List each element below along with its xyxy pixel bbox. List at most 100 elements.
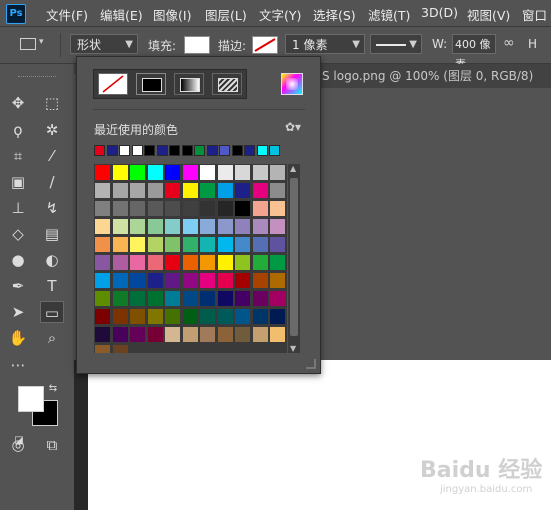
color-swatch[interactable] <box>234 218 251 235</box>
eyedropper-icon[interactable]: ⁄ <box>40 145 64 167</box>
color-swatch[interactable] <box>94 218 111 235</box>
color-swatch[interactable] <box>269 164 286 181</box>
photoshop-logo[interactable]: Ps <box>6 4 26 24</box>
color-swatch[interactable] <box>269 236 286 253</box>
color-swatch[interactable] <box>181 182 199 199</box>
pattern-button[interactable] <box>212 73 242 95</box>
color-swatch[interactable] <box>269 200 286 217</box>
color-swatch[interactable] <box>199 308 216 325</box>
color-picker-button[interactable] <box>281 73 303 95</box>
color-swatch[interactable] <box>94 326 111 343</box>
color-swatch[interactable] <box>94 200 111 217</box>
color-swatch[interactable] <box>94 290 111 307</box>
width-input[interactable]: 400 像素 <box>452 34 496 71</box>
scroll-thumb[interactable] <box>290 178 298 336</box>
color-swatch[interactable] <box>94 308 111 325</box>
color-swatch[interactable] <box>234 254 251 271</box>
color-swatch[interactable] <box>94 182 111 199</box>
recent-swatch[interactable] <box>219 145 230 156</box>
color-swatch[interactable] <box>199 326 216 343</box>
scroll-up-icon[interactable]: ▲ <box>290 164 296 173</box>
color-swatch[interactable] <box>94 164 111 181</box>
color-swatch[interactable] <box>216 236 234 253</box>
color-swatch[interactable] <box>269 308 286 325</box>
healing-brush-icon[interactable]: ▣ <box>6 171 30 193</box>
color-swatch[interactable] <box>146 182 164 199</box>
color-swatch[interactable] <box>181 290 199 307</box>
color-swatch[interactable] <box>199 164 216 181</box>
color-swatch[interactable] <box>164 200 181 217</box>
color-swatch[interactable] <box>146 272 164 289</box>
color-swatch[interactable] <box>94 254 111 271</box>
color-swatch[interactable] <box>199 236 216 253</box>
eraser-tool-icon[interactable]: ◇ <box>6 223 30 245</box>
color-swatch[interactable] <box>251 326 269 343</box>
document-tab[interactable]: S logo.png @ 100% (图层 0, RGB/8) <box>318 64 551 88</box>
color-swatch[interactable] <box>129 218 146 235</box>
color-swatch[interactable] <box>146 218 164 235</box>
color-swatch[interactable] <box>129 326 146 343</box>
recent-swatch[interactable] <box>131 145 143 156</box>
color-swatch[interactable] <box>251 218 269 235</box>
color-swatch[interactable] <box>94 344 111 353</box>
brush-tool-icon[interactable]: ∕ <box>40 171 64 193</box>
color-swatch[interactable] <box>164 272 181 289</box>
crop-tool-icon[interactable]: ⌗ <box>6 145 30 167</box>
color-swatch[interactable] <box>146 290 164 307</box>
color-swatch[interactable] <box>181 254 199 271</box>
color-swatch[interactable] <box>251 164 269 181</box>
color-swatch[interactable] <box>164 164 181 181</box>
color-swatch[interactable] <box>216 200 234 217</box>
recent-swatch[interactable] <box>269 145 280 156</box>
zoom-tool-icon[interactable]: ⌕ <box>40 327 64 349</box>
color-swatch[interactable] <box>164 326 181 343</box>
blur-tool-icon[interactable]: ● <box>6 249 30 271</box>
shape-mode-dropdown[interactable]: 形状 ▼ <box>70 34 138 54</box>
color-swatch[interactable] <box>111 200 129 217</box>
rectangle-tool-icon[interactable]: ▭ <box>40 301 64 323</box>
color-swatch[interactable] <box>129 290 146 307</box>
color-swatch[interactable] <box>129 308 146 325</box>
stroke-type-dropdown[interactable]: ▼ <box>370 34 422 54</box>
gradient-button[interactable] <box>174 73 204 95</box>
no-fill-button[interactable] <box>98 73 128 95</box>
color-swatch[interactable] <box>199 218 216 235</box>
recent-swatch[interactable] <box>144 145 155 156</box>
color-swatch[interactable] <box>94 272 111 289</box>
stroke-color-swatch[interactable] <box>252 36 278 54</box>
solid-color-button[interactable] <box>136 73 166 95</box>
recent-swatch[interactable] <box>181 145 193 156</box>
magic-wand-icon[interactable]: ✲ <box>40 119 64 141</box>
history-brush-icon[interactable]: ↯ <box>40 197 64 219</box>
color-swatch[interactable] <box>111 182 129 199</box>
menu-window[interactable]: 窗口 <box>522 5 547 24</box>
scroll-down-icon[interactable]: ▼ <box>290 344 296 353</box>
color-swatch[interactable] <box>199 290 216 307</box>
color-swatch[interactable] <box>216 272 234 289</box>
color-swatch[interactable] <box>146 326 164 343</box>
color-swatch[interactable] <box>234 182 251 199</box>
color-swatch[interactable] <box>164 218 181 235</box>
color-swatch[interactable] <box>251 254 269 271</box>
more-tools-icon[interactable]: ⋯ <box>6 354 30 376</box>
color-swatch[interactable] <box>234 308 251 325</box>
color-swatch[interactable] <box>269 182 286 199</box>
color-swatch[interactable] <box>111 254 129 271</box>
color-swatch[interactable] <box>251 290 269 307</box>
color-swatch[interactable] <box>111 218 129 235</box>
recent-swatch[interactable] <box>231 145 243 156</box>
color-swatch[interactable] <box>234 236 251 253</box>
menu-layer[interactable]: 图层(L) <box>205 5 247 24</box>
color-swatch[interactable] <box>94 236 111 253</box>
color-swatch[interactable] <box>111 308 129 325</box>
stamp-tool-icon[interactable]: ⊥ <box>6 197 30 219</box>
color-swatch[interactable] <box>181 236 199 253</box>
color-swatch[interactable] <box>181 218 199 235</box>
color-swatch[interactable] <box>199 272 216 289</box>
menu-view[interactable]: 视图(V) <box>467 5 510 24</box>
color-swatch[interactable] <box>216 164 234 181</box>
recent-swatch[interactable] <box>169 145 180 156</box>
menu-file[interactable]: 文件(F) <box>46 5 88 24</box>
menu-select[interactable]: 选择(S) <box>313 5 356 24</box>
fill-color-swatch[interactable] <box>184 36 210 54</box>
